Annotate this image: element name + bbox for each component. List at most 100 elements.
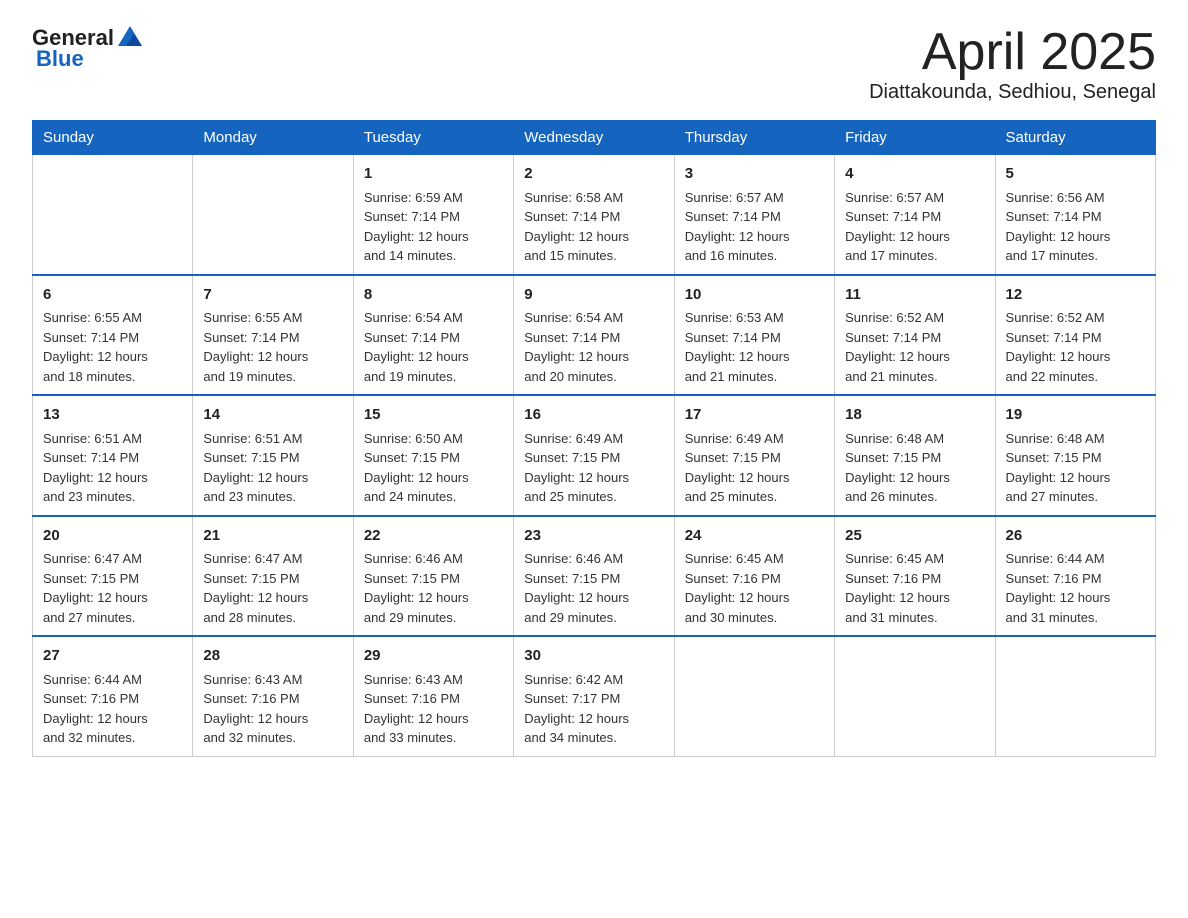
day-number: 19 [1006,404,1145,427]
day-info: Sunrise: 6:55 AMSunset: 7:14 PMDaylight:… [43,308,182,386]
day-info: Sunrise: 6:52 AMSunset: 7:14 PMDaylight:… [1006,308,1145,386]
day-info: Sunrise: 6:47 AMSunset: 7:15 PMDaylight:… [43,549,182,627]
calendar-cell: 30Sunrise: 6:42 AMSunset: 7:17 PMDayligh… [514,636,674,756]
calendar-week-row: 6Sunrise: 6:55 AMSunset: 7:14 PMDaylight… [33,275,1156,396]
day-number: 28 [203,645,342,668]
calendar-cell: 22Sunrise: 6:46 AMSunset: 7:15 PMDayligh… [353,516,513,637]
day-info: Sunrise: 6:47 AMSunset: 7:15 PMDaylight:… [203,549,342,627]
day-number: 25 [845,525,984,548]
calendar-cell: 14Sunrise: 6:51 AMSunset: 7:15 PMDayligh… [193,395,353,516]
day-info: Sunrise: 6:56 AMSunset: 7:14 PMDaylight:… [1006,188,1145,266]
calendar-cell: 11Sunrise: 6:52 AMSunset: 7:14 PMDayligh… [835,275,995,396]
calendar-cell: 13Sunrise: 6:51 AMSunset: 7:14 PMDayligh… [33,395,193,516]
day-number: 9 [524,284,663,307]
day-info: Sunrise: 6:42 AMSunset: 7:17 PMDaylight:… [524,670,663,748]
day-info: Sunrise: 6:53 AMSunset: 7:14 PMDaylight:… [685,308,824,386]
day-number: 11 [845,284,984,307]
calendar-cell: 16Sunrise: 6:49 AMSunset: 7:15 PMDayligh… [514,395,674,516]
day-number: 10 [685,284,824,307]
calendar-week-row: 27Sunrise: 6:44 AMSunset: 7:16 PMDayligh… [33,636,1156,756]
weekday-header-row: SundayMondayTuesdayWednesdayThursdayFrid… [33,121,1156,155]
day-number: 23 [524,525,663,548]
calendar-cell [674,636,834,756]
day-number: 24 [685,525,824,548]
calendar-cell: 27Sunrise: 6:44 AMSunset: 7:16 PMDayligh… [33,636,193,756]
calendar-cell: 2Sunrise: 6:58 AMSunset: 7:14 PMDaylight… [514,155,674,275]
calendar-cell [193,155,353,275]
day-info: Sunrise: 6:45 AMSunset: 7:16 PMDaylight:… [845,549,984,627]
day-number: 2 [524,163,663,186]
calendar-cell: 10Sunrise: 6:53 AMSunset: 7:14 PMDayligh… [674,275,834,396]
day-number: 1 [364,163,503,186]
day-number: 15 [364,404,503,427]
calendar-cell: 25Sunrise: 6:45 AMSunset: 7:16 PMDayligh… [835,516,995,637]
day-info: Sunrise: 6:58 AMSunset: 7:14 PMDaylight:… [524,188,663,266]
day-number: 4 [845,163,984,186]
calendar-cell: 12Sunrise: 6:52 AMSunset: 7:14 PMDayligh… [995,275,1155,396]
calendar-cell [835,636,995,756]
day-info: Sunrise: 6:44 AMSunset: 7:16 PMDaylight:… [43,670,182,748]
day-info: Sunrise: 6:48 AMSunset: 7:15 PMDaylight:… [845,429,984,507]
page-subtitle: Diattakounda, Sedhiou, Senegal [869,81,1156,104]
day-number: 29 [364,645,503,668]
day-info: Sunrise: 6:43 AMSunset: 7:16 PMDaylight:… [203,670,342,748]
calendar-cell: 20Sunrise: 6:47 AMSunset: 7:15 PMDayligh… [33,516,193,637]
day-info: Sunrise: 6:50 AMSunset: 7:15 PMDaylight:… [364,429,503,507]
calendar-cell: 28Sunrise: 6:43 AMSunset: 7:16 PMDayligh… [193,636,353,756]
day-info: Sunrise: 6:59 AMSunset: 7:14 PMDaylight:… [364,188,503,266]
calendar-cell [33,155,193,275]
weekday-header-sunday: Sunday [33,121,193,155]
day-info: Sunrise: 6:52 AMSunset: 7:14 PMDaylight:… [845,308,984,386]
calendar-cell: 29Sunrise: 6:43 AMSunset: 7:16 PMDayligh… [353,636,513,756]
calendar-cell: 21Sunrise: 6:47 AMSunset: 7:15 PMDayligh… [193,516,353,637]
day-number: 12 [1006,284,1145,307]
day-number: 6 [43,284,182,307]
weekday-header-friday: Friday [835,121,995,155]
calendar-cell: 23Sunrise: 6:46 AMSunset: 7:15 PMDayligh… [514,516,674,637]
day-info: Sunrise: 6:49 AMSunset: 7:15 PMDaylight:… [524,429,663,507]
calendar-cell: 8Sunrise: 6:54 AMSunset: 7:14 PMDaylight… [353,275,513,396]
calendar-cell: 19Sunrise: 6:48 AMSunset: 7:15 PMDayligh… [995,395,1155,516]
day-number: 5 [1006,163,1145,186]
day-info: Sunrise: 6:44 AMSunset: 7:16 PMDaylight:… [1006,549,1145,627]
calendar-week-row: 1Sunrise: 6:59 AMSunset: 7:14 PMDaylight… [33,155,1156,275]
day-info: Sunrise: 6:48 AMSunset: 7:15 PMDaylight:… [1006,429,1145,507]
calendar-cell [995,636,1155,756]
day-number: 16 [524,404,663,427]
calendar-week-row: 20Sunrise: 6:47 AMSunset: 7:15 PMDayligh… [33,516,1156,637]
day-info: Sunrise: 6:51 AMSunset: 7:14 PMDaylight:… [43,429,182,507]
calendar-cell: 26Sunrise: 6:44 AMSunset: 7:16 PMDayligh… [995,516,1155,637]
day-number: 14 [203,404,342,427]
weekday-header-thursday: Thursday [674,121,834,155]
day-number: 22 [364,525,503,548]
day-info: Sunrise: 6:46 AMSunset: 7:15 PMDaylight:… [364,549,503,627]
calendar-cell: 17Sunrise: 6:49 AMSunset: 7:15 PMDayligh… [674,395,834,516]
day-number: 27 [43,645,182,668]
calendar-table: SundayMondayTuesdayWednesdayThursdayFrid… [32,120,1156,757]
calendar-cell: 18Sunrise: 6:48 AMSunset: 7:15 PMDayligh… [835,395,995,516]
weekday-header-wednesday: Wednesday [514,121,674,155]
logo-icon [116,24,144,52]
calendar-cell: 3Sunrise: 6:57 AMSunset: 7:14 PMDaylight… [674,155,834,275]
weekday-header-saturday: Saturday [995,121,1155,155]
day-info: Sunrise: 6:54 AMSunset: 7:14 PMDaylight:… [524,308,663,386]
day-info: Sunrise: 6:57 AMSunset: 7:14 PMDaylight:… [845,188,984,266]
weekday-header-tuesday: Tuesday [353,121,513,155]
logo-blue-text: Blue [36,46,84,72]
day-number: 3 [685,163,824,186]
calendar-cell: 6Sunrise: 6:55 AMSunset: 7:14 PMDaylight… [33,275,193,396]
weekday-header-monday: Monday [193,121,353,155]
day-info: Sunrise: 6:43 AMSunset: 7:16 PMDaylight:… [364,670,503,748]
day-number: 18 [845,404,984,427]
day-number: 20 [43,525,182,548]
calendar-cell: 9Sunrise: 6:54 AMSunset: 7:14 PMDaylight… [514,275,674,396]
day-info: Sunrise: 6:46 AMSunset: 7:15 PMDaylight:… [524,549,663,627]
day-number: 7 [203,284,342,307]
day-info: Sunrise: 6:45 AMSunset: 7:16 PMDaylight:… [685,549,824,627]
calendar-cell: 24Sunrise: 6:45 AMSunset: 7:16 PMDayligh… [674,516,834,637]
day-number: 21 [203,525,342,548]
calendar-week-row: 13Sunrise: 6:51 AMSunset: 7:14 PMDayligh… [33,395,1156,516]
day-number: 8 [364,284,503,307]
day-number: 17 [685,404,824,427]
day-info: Sunrise: 6:51 AMSunset: 7:15 PMDaylight:… [203,429,342,507]
